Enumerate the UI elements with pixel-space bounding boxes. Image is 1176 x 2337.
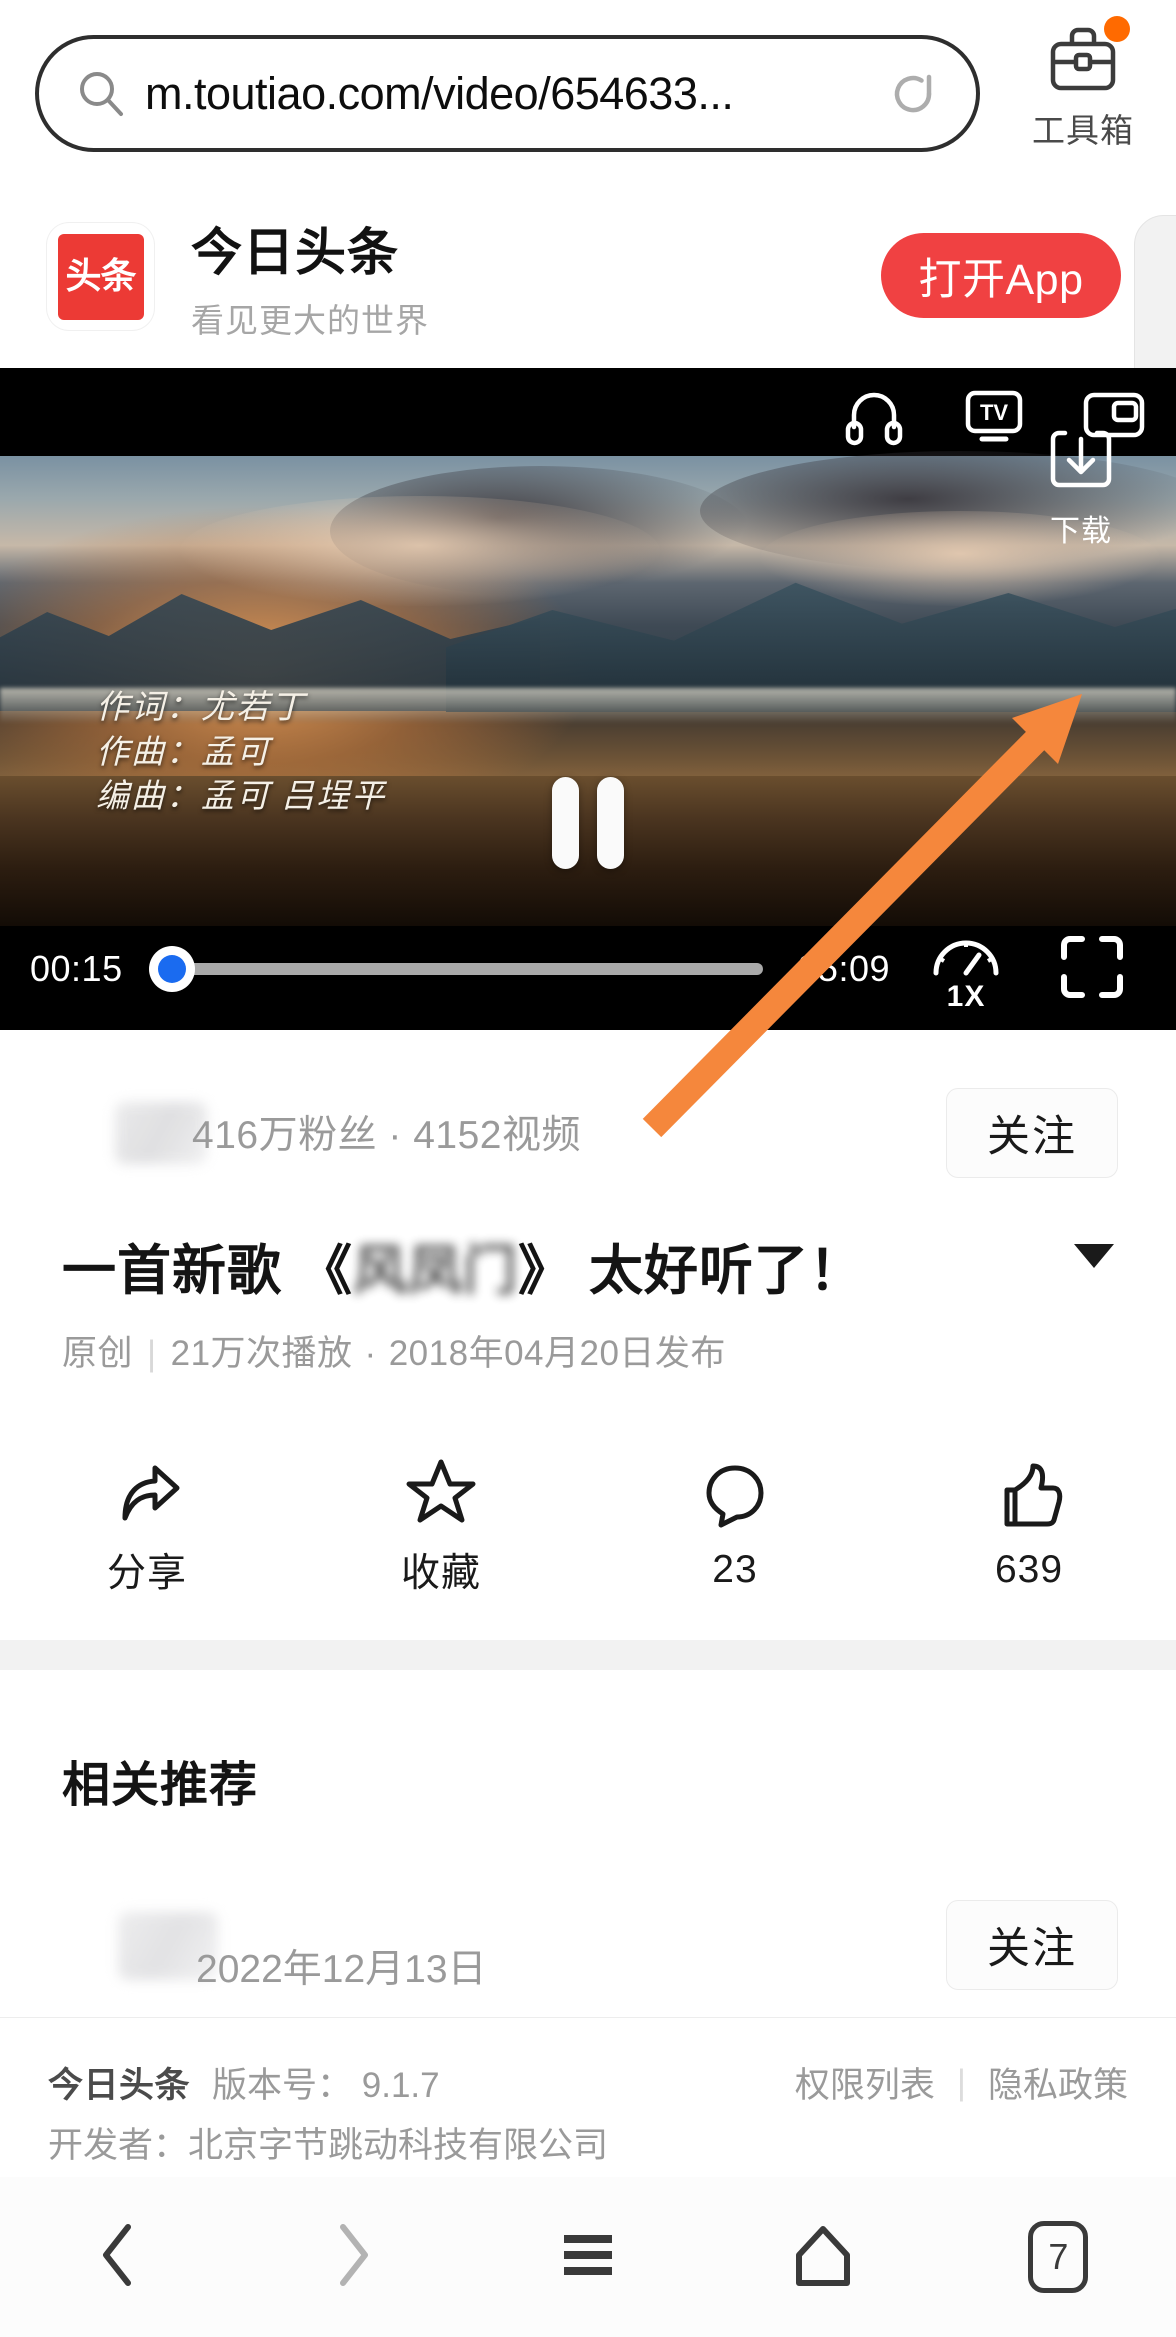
link-divider: | xyxy=(956,2062,966,2102)
headphone-icon[interactable] xyxy=(842,383,906,447)
permissions-link[interactable]: 权限列表 xyxy=(795,2057,935,2108)
browser-bottom-nav: 7 xyxy=(0,2177,1176,2337)
chevron-left-icon xyxy=(88,2217,148,2298)
browser-top-bar: m.toutiao.com/video/654633... 工具箱 xyxy=(0,0,1176,185)
nav-menu-button[interactable] xyxy=(470,2217,705,2298)
like-count: 639 xyxy=(994,1548,1064,1591)
footer-version-line: 今日头条 版本号： 9.1.7 xyxy=(48,2057,440,2108)
related-date: 2022年12月13日 xyxy=(196,1948,487,1991)
svg-text:TV: TV xyxy=(980,400,1008,425)
fullscreen-icon[interactable] xyxy=(1056,931,1128,1008)
page-title: 一首新歌 《风凤门》 太好听了！ xyxy=(62,1226,864,1305)
speed-icon xyxy=(930,925,1002,986)
video-player[interactable]: 作词：尤若丁 作曲：孟可 编曲：孟可 吕埕平 TV 下载 00:15 05:09… xyxy=(0,368,1176,1030)
current-time: 00:15 xyxy=(30,948,123,989)
tv-icon[interactable]: TV xyxy=(962,383,1026,447)
url-text[interactable]: m.toutiao.com/video/654633... xyxy=(145,68,876,120)
favorite-button[interactable]: 收藏 xyxy=(294,1430,588,1620)
related-section-title: 相关推荐 xyxy=(62,1759,259,1812)
search-icon xyxy=(75,68,127,120)
footer-developer-label: 开发者： xyxy=(48,2126,189,2165)
home-icon xyxy=(785,2217,861,2298)
privacy-link[interactable]: 隐私政策 xyxy=(988,2057,1128,2108)
share-icon xyxy=(109,1452,185,1528)
mobile-browser-screen: m.toutiao.com/video/654633... 工具箱 头条 今日头… xyxy=(0,0,1176,2337)
open-app-button[interactable]: 打开App xyxy=(881,233,1121,318)
chevron-right-icon xyxy=(323,2217,383,2298)
pause-bar-left xyxy=(552,777,579,869)
favorite-label: 收藏 xyxy=(400,1552,481,1595)
title-suffix: 》 太好听了！ xyxy=(518,1241,865,1301)
hamburger-menu-icon xyxy=(550,2217,626,2298)
chevron-down-icon[interactable] xyxy=(1074,1244,1114,1268)
comment-button[interactable]: 23 xyxy=(588,1430,882,1620)
playback-speed-button[interactable]: 1X xyxy=(930,925,1002,1014)
comment-count: 23 xyxy=(712,1548,758,1591)
cloud-highlight xyxy=(180,496,660,606)
meta-divider: | xyxy=(147,1334,157,1373)
horizontal-divider xyxy=(0,2017,1176,2018)
footer-developer-name: 北京字节跳动科技有限公司 xyxy=(188,2126,609,2165)
footer-developer-line: 开发者：北京字节跳动科技有限公司 xyxy=(48,2117,608,2168)
app-name: 今日头条 xyxy=(191,224,400,281)
pause-button[interactable] xyxy=(552,777,624,869)
toolbox-button[interactable]: 工具箱 xyxy=(1018,16,1148,157)
related-item-row[interactable]: 2022年12月13日 关注 xyxy=(0,1900,1176,2040)
toutiao-logo: 头条 xyxy=(47,223,154,330)
nav-home-button[interactable] xyxy=(706,2217,941,2298)
star-icon xyxy=(403,1452,479,1528)
author-stats: 416万粉丝 · 4152视频 xyxy=(192,1114,581,1157)
comment-icon xyxy=(697,1458,773,1534)
thumbs-up-icon xyxy=(991,1458,1067,1534)
total-duration: 05:09 xyxy=(797,948,890,989)
share-label: 分享 xyxy=(106,1552,187,1595)
follow-button[interactable]: 关注 xyxy=(946,1088,1118,1178)
nav-tabs-button[interactable]: 7 xyxy=(941,2221,1176,2293)
publish-date: 2018年04月20日发布 xyxy=(388,1334,726,1373)
share-button[interactable]: 分享 xyxy=(0,1430,294,1620)
footer-version-label: 版本号： xyxy=(212,2066,353,2105)
footer-version: 版本号： 9.1.7 xyxy=(212,2057,440,2108)
meta-dot: · xyxy=(364,1334,377,1373)
download-button[interactable]: 下载 xyxy=(1022,423,1140,550)
seek-handle[interactable] xyxy=(148,946,195,992)
nav-forward-button[interactable] xyxy=(235,2217,470,2298)
notification-dot xyxy=(1104,16,1130,42)
address-bar[interactable]: m.toutiao.com/video/654633... xyxy=(35,35,980,152)
page-footer: 今日头条 版本号： 9.1.7 开发者：北京字节跳动科技有限公司 权限列表 | … xyxy=(0,2040,1176,2170)
action-bar: 分享 收藏 23 639 xyxy=(0,1430,1176,1620)
section-divider xyxy=(0,1640,1176,1670)
title-blurred-word: 风凤门 xyxy=(353,1241,519,1301)
toolbox-label: 工具箱 xyxy=(1032,112,1134,149)
download-icon xyxy=(1045,423,1117,500)
speed-label: 1X xyxy=(946,979,986,1013)
video-submeta: 原创 | 21万次播放 · 2018年04月20日发布 xyxy=(62,1325,726,1376)
play-count: 21万次播放 xyxy=(170,1334,353,1373)
pause-bar-right xyxy=(597,777,624,869)
app-slogan: 看见更大的世界 xyxy=(191,302,429,339)
like-button[interactable]: 639 xyxy=(882,1430,1176,1620)
footer-brand: 今日头条 xyxy=(48,2066,191,2105)
player-bottom-controls: 00:15 05:09 1X xyxy=(0,908,1176,1030)
tab-count-badge: 7 xyxy=(1028,2221,1089,2293)
app-banner-texts: 今日头条 看见更大的世界 xyxy=(191,211,429,342)
title-prefix: 一首新歌 《 xyxy=(62,1241,354,1301)
video-credits-overlay: 作词：尤若丁 作曲：孟可 编曲：孟可 吕埕平 xyxy=(96,690,387,816)
original-tag: 原创 xyxy=(62,1334,134,1373)
app-promo-banner: 头条 今日头条 看见更大的世界 打开App xyxy=(0,185,1176,368)
reload-icon[interactable] xyxy=(886,67,940,121)
toolbox-icon xyxy=(1048,16,1130,98)
footer-links: 权限列表 | 隐私政策 xyxy=(795,2057,1128,2108)
toutiao-logo-text: 头条 xyxy=(57,233,144,320)
author-row: 416万粉丝 · 4152视频 关注 xyxy=(0,1060,1176,1210)
seek-bar[interactable] xyxy=(148,946,764,992)
nav-back-button[interactable] xyxy=(0,2217,235,2298)
related-follow-button[interactable]: 关注 xyxy=(946,1900,1118,1990)
download-label: 下载 xyxy=(1050,515,1112,548)
footer-version-number: 9.1.7 xyxy=(361,2066,440,2105)
